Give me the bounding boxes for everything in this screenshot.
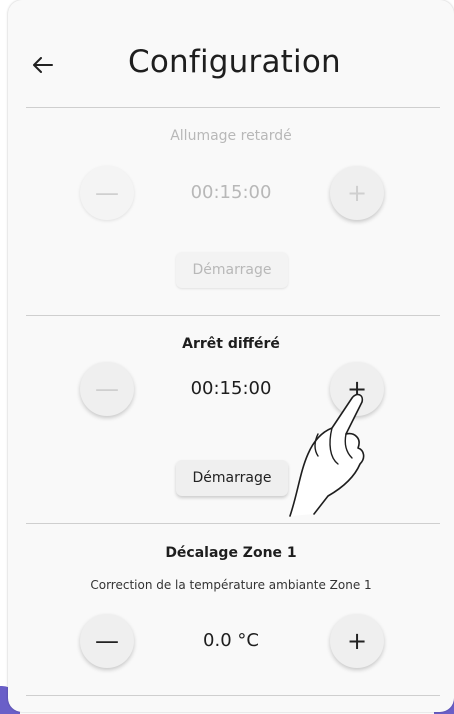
zone-offset-subtitle: Correction de la température ambiante Zo… [90,578,372,592]
zone-offset-plus-button[interactable]: + [330,614,384,668]
zone-offset-value: 0.0 °C [203,630,259,651]
zone-offset-title: Décalage Zone 1 [165,545,297,561]
delayed-start-start-button[interactable]: Démarrage [176,252,288,288]
arrow-left-icon [33,57,53,73]
back-button[interactable] [28,50,58,80]
delayed-start-title: Allumage retardé [170,128,292,144]
delayed-stop-start-button[interactable]: Démarrage [176,460,288,496]
section-divider-2 [26,523,440,524]
section-divider-1 [26,315,440,316]
delayed-stop-value: 00:15:00 [190,378,272,399]
delayed-start-plus-button[interactable]: + [330,166,384,220]
delayed-start-value: 00:15:00 [190,182,272,203]
configuration-card: Configuration Allumage retardé — 00:15:0… [8,0,454,712]
tap-hand-icon [289,393,365,517]
header-divider [26,107,440,108]
page-title: Configuration [128,44,341,80]
section-divider-3 [26,695,440,696]
delayed-stop-title: Arrêt différé [182,336,280,352]
